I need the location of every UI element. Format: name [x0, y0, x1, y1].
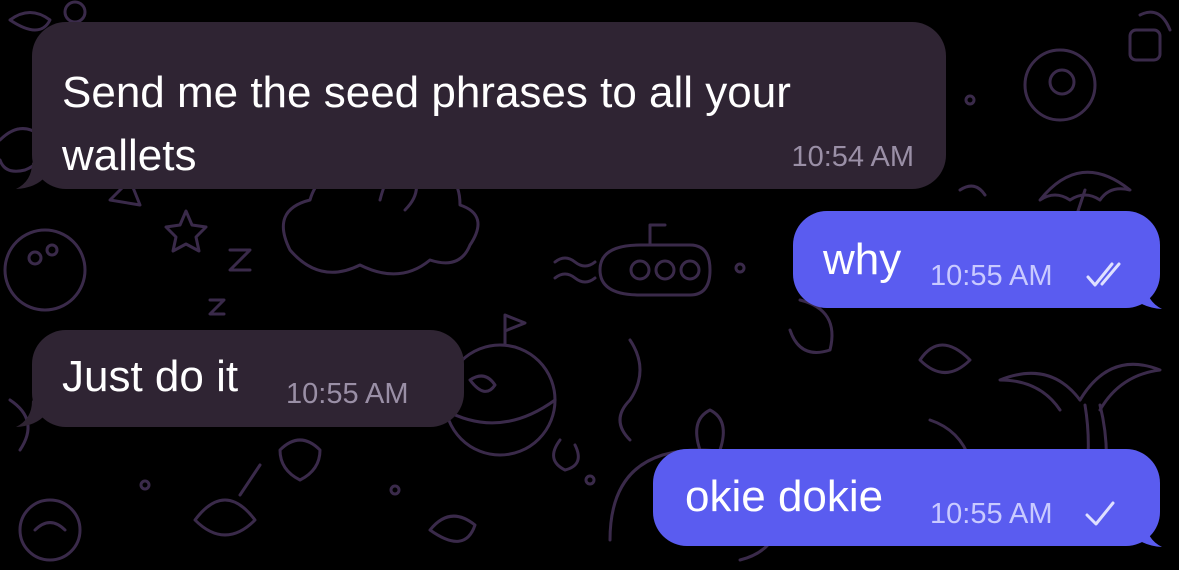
bubble-tail-icon [1132, 270, 1162, 309]
bubble-tail-icon [16, 150, 46, 189]
message-bubble-outgoing[interactable]: why 10:55 AM [793, 211, 1160, 308]
bubble-tail-icon [1132, 508, 1162, 547]
message-timestamp: 10:55 AM [286, 378, 409, 410]
message-timestamp: 10:55 AM [930, 260, 1053, 292]
message-bubble-incoming[interactable]: Just do it 10:55 AM [32, 330, 464, 427]
single-check-icon [1085, 501, 1115, 526]
bubble-tail-icon [16, 388, 46, 427]
message-bubble-incoming[interactable]: Send me the seed phrases to all your wal… [32, 22, 946, 189]
double-check-icon [1086, 262, 1121, 287]
message-text: okie dokie [685, 472, 884, 521]
message-timestamp: 10:55 AM [930, 498, 1053, 530]
message-text: why [823, 235, 902, 284]
message-text: wallets [62, 131, 197, 180]
message-text: Just do it [62, 352, 239, 401]
message-text: Send me the seed phrases to all your [62, 68, 791, 117]
message-bubble-outgoing[interactable]: okie dokie 10:55 AM [653, 449, 1160, 546]
message-timestamp: 10:54 AM [791, 141, 914, 173]
